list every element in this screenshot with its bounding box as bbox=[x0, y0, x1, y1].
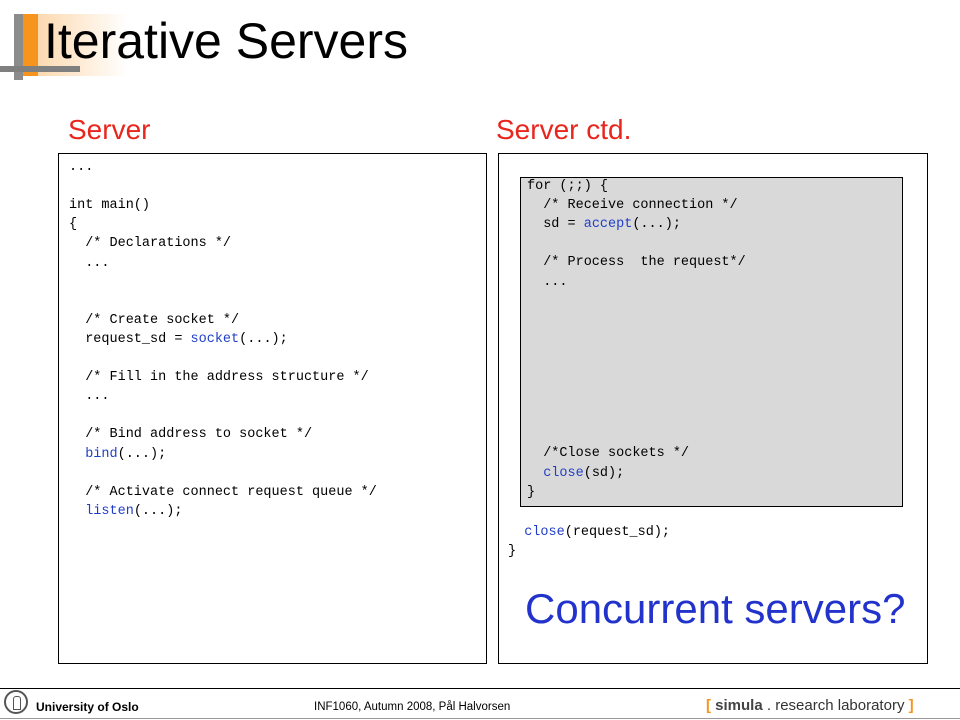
code-line: /* Bind address to socket */ bbox=[69, 427, 313, 443]
code-line: listen(...); bbox=[69, 502, 182, 521]
code-line: ... bbox=[69, 255, 110, 271]
code-line: /* Activate connect request queue */ bbox=[69, 484, 377, 500]
function-call: socket bbox=[190, 331, 240, 347]
code-line: } bbox=[508, 544, 517, 560]
code-text: (...); bbox=[117, 446, 167, 462]
footer-divider bbox=[0, 688, 960, 689]
code-text: (sd); bbox=[583, 465, 625, 481]
code-line: for (;;) { bbox=[527, 179, 609, 194]
code-line: int main() bbox=[69, 198, 151, 214]
code-line: /* Fill in the address structure */ bbox=[69, 370, 369, 386]
code-line: ... bbox=[527, 274, 568, 290]
code-line: close(sd); bbox=[527, 464, 624, 483]
right-column-heading: Server ctd. bbox=[496, 114, 632, 145]
code-text: (...); bbox=[239, 331, 288, 347]
code-text: (...); bbox=[632, 217, 681, 233]
code-line: /* Receive connection */ bbox=[527, 198, 738, 214]
simula-logo: [ simula . research laboratory ] bbox=[706, 697, 914, 714]
code-line: ... bbox=[69, 160, 94, 175]
code-text: (request_sd); bbox=[564, 525, 671, 540]
footer-institution: University of Oslo bbox=[36, 700, 139, 714]
code-line: request_sd = socket(...); bbox=[69, 330, 288, 349]
code-line: ... bbox=[69, 389, 110, 405]
server-code-panel bbox=[58, 153, 487, 664]
code-text: (...); bbox=[133, 503, 183, 519]
simula-logo-name: simula bbox=[715, 697, 763, 714]
footer-course-info: INF1060, Autumn 2008, Pål Halvorsen bbox=[314, 701, 511, 713]
university-seal-icon bbox=[4, 690, 28, 714]
left-column-heading: Server bbox=[68, 114, 151, 145]
slide-title: Iterative Servers bbox=[44, 13, 409, 69]
concurrent-servers-question: Concurrent servers? bbox=[525, 585, 906, 632]
function-call: accept bbox=[583, 217, 633, 233]
code-line: /* Declarations */ bbox=[69, 236, 232, 252]
code-line: } bbox=[527, 484, 536, 500]
simula-logo-open-bracket: [ bbox=[706, 697, 711, 714]
code-line: /* Process the request*/ bbox=[527, 255, 746, 271]
footer-bottom-divider bbox=[0, 718, 960, 719]
simula-logo-rest: . research laboratory bbox=[766, 697, 905, 714]
code-line: close(request_sd); bbox=[508, 523, 670, 542]
code-text: sd = bbox=[527, 217, 584, 233]
simula-logo-close-bracket: ] bbox=[908, 697, 914, 714]
code-line: sd = accept(...); bbox=[527, 215, 681, 234]
code-line: bind(...); bbox=[69, 445, 166, 464]
function-call: bind bbox=[85, 446, 118, 462]
function-call: close bbox=[524, 525, 565, 540]
function-call: close bbox=[543, 465, 584, 481]
code-line: { bbox=[69, 217, 78, 233]
code-line: /*Close sockets */ bbox=[527, 446, 690, 462]
code-text: request_sd = bbox=[69, 331, 191, 347]
function-call: listen bbox=[85, 503, 134, 519]
code-line: /* Create socket */ bbox=[69, 312, 240, 328]
